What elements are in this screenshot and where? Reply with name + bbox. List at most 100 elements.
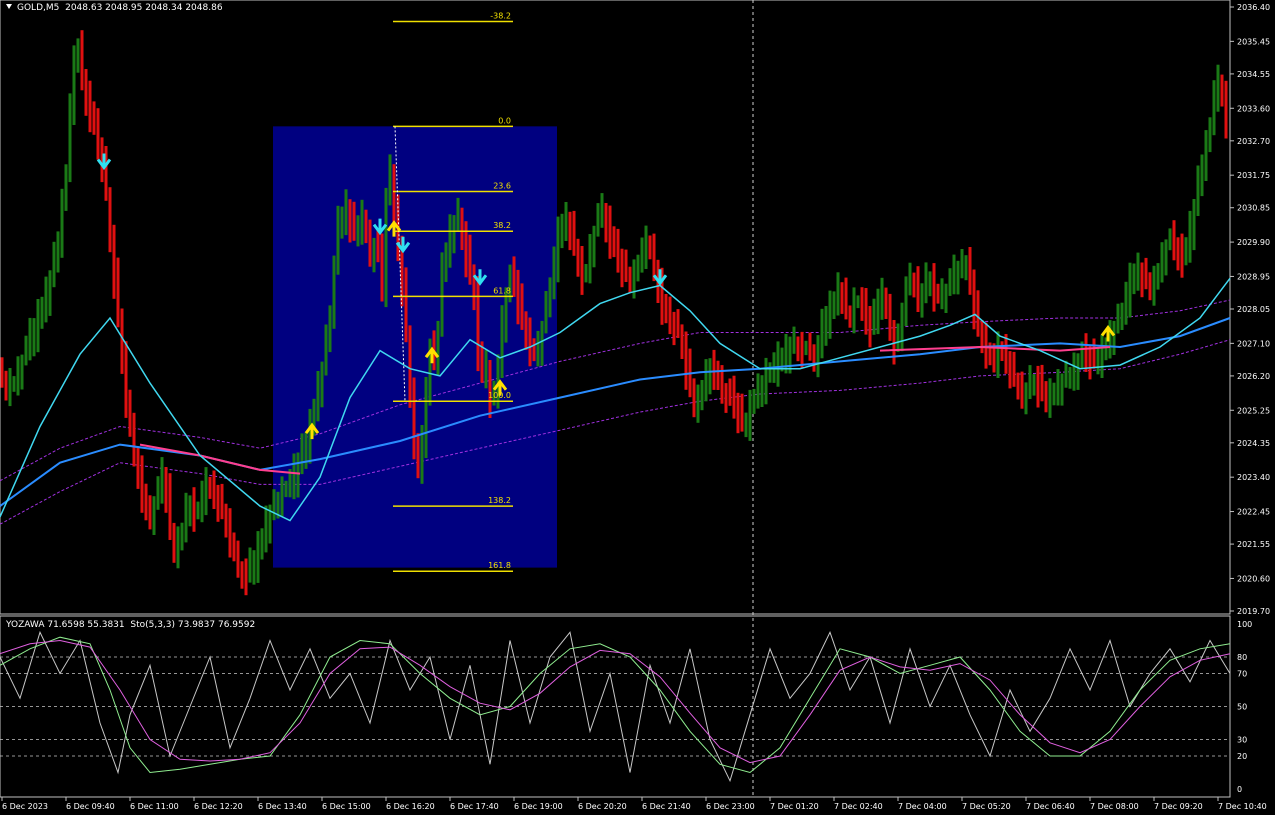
candle-bar [320, 361, 324, 408]
candle-bar [48, 270, 52, 316]
fib-level-label: -38.2 [490, 11, 511, 20]
candle-bar [776, 341, 780, 387]
candle-bar [1056, 369, 1060, 406]
candle-bar [800, 331, 804, 368]
candle-bar [924, 262, 928, 304]
candle-bar [832, 291, 836, 319]
candle-bar [1172, 220, 1176, 261]
time-tick-label: 6 Dec 16:20 [386, 802, 435, 811]
time-tick-label: 6 Dec 19:00 [514, 802, 563, 811]
candle-bar [844, 277, 848, 320]
candle-bar [912, 272, 916, 298]
candle-bar [956, 260, 960, 295]
candle-bar [588, 234, 592, 284]
candle-bar [1132, 263, 1136, 295]
candle-bar [1028, 365, 1032, 399]
candle-bar [792, 326, 796, 354]
price-tick-label: 2030.85 [1237, 204, 1270, 213]
time-tick-label: 6 Dec 15:00 [322, 802, 371, 811]
time-tick-label: 7 Dec 09:20 [1154, 802, 1203, 811]
candle-bar [136, 446, 140, 489]
candle-bar [240, 561, 244, 589]
candle-bar [172, 522, 176, 563]
candle-bar [648, 235, 652, 260]
candle-bar [896, 323, 900, 352]
candle-bar [232, 532, 236, 562]
time-tick-label: 6 Dec 12:20 [194, 802, 243, 811]
candle-bar [236, 540, 240, 578]
candle-bar [280, 476, 284, 517]
candle-bar [28, 317, 32, 361]
candle-bar [16, 356, 20, 396]
candle-bar [1120, 302, 1124, 330]
candle-bar [812, 344, 816, 372]
candle-bar [360, 199, 364, 245]
candle-bar [12, 376, 16, 392]
candle-bar [768, 362, 772, 383]
candle-bar [144, 483, 148, 521]
candle-bar [948, 268, 952, 296]
candle-bar [804, 340, 808, 356]
candle-bar [52, 241, 56, 288]
candle-bar [356, 215, 360, 247]
candle-bar [324, 324, 328, 376]
candle-bar [968, 247, 972, 295]
candle-bar [1124, 281, 1128, 325]
candle-bar [1068, 367, 1072, 389]
candle-bar [368, 219, 372, 267]
candle-bar [816, 335, 820, 378]
osc-tick-label: 100 [1237, 620, 1252, 629]
price-tick-label: 2036.40 [1237, 3, 1270, 12]
fib-level-label: 161.8 [488, 561, 511, 570]
candle-bar [1208, 117, 1212, 153]
time-tick-label: 7 Dec 10:40 [1218, 802, 1267, 811]
candle-bar [96, 108, 100, 160]
candle-bar [44, 276, 48, 323]
candle-bar [724, 383, 728, 413]
fib-level-label: 138.2 [488, 496, 511, 505]
candle-bar [1212, 80, 1216, 136]
candle-bar [40, 296, 44, 329]
candle-bar [740, 393, 744, 432]
candle-bar [528, 317, 532, 367]
candle-bar [1144, 257, 1148, 290]
candle-bar [128, 389, 132, 437]
candle-bar [1076, 353, 1080, 390]
candle-bar [952, 254, 956, 295]
candle-bar [756, 373, 760, 409]
candle-bar [252, 550, 256, 585]
osc-tick-label: 0 [1237, 785, 1242, 794]
candle-bar [1200, 154, 1204, 197]
price-chart[interactable]: -38.20.023.638.261.8100.0138.2161.82036.… [0, 0, 1275, 815]
candle-bar [1216, 64, 1220, 112]
price-tick-label: 2027.10 [1237, 339, 1270, 348]
candle-bar [124, 341, 128, 418]
candle-bar [1000, 341, 1004, 361]
candle-bar [964, 255, 968, 281]
fib-level-label: 0.0 [498, 116, 511, 125]
candle-bar [696, 384, 700, 423]
candle-bar [652, 233, 656, 282]
price-tick-label: 2021.55 [1237, 540, 1270, 549]
arrow-shape [96, 153, 112, 171]
candle-bar [1088, 344, 1092, 380]
candle-bar [1180, 233, 1184, 278]
candle-bar [256, 531, 260, 583]
candle-bar [540, 320, 544, 366]
candle-bar [524, 311, 528, 350]
candle-bar [472, 264, 476, 311]
fib-level-label: 23.6 [493, 181, 511, 190]
candle-bar [476, 276, 480, 372]
fib-level-label: 61.8 [493, 286, 511, 295]
candle-bar [384, 187, 388, 308]
candle-bar [188, 495, 192, 527]
candle-bar [600, 193, 604, 228]
candle-bar [708, 358, 712, 395]
candle-bar [580, 246, 584, 295]
candle-bar [828, 290, 832, 339]
candle-bar [148, 495, 152, 530]
candle-bar [488, 360, 492, 418]
candle-bar [80, 30, 84, 91]
candle-bar [936, 283, 940, 304]
candle-bar [412, 377, 416, 460]
